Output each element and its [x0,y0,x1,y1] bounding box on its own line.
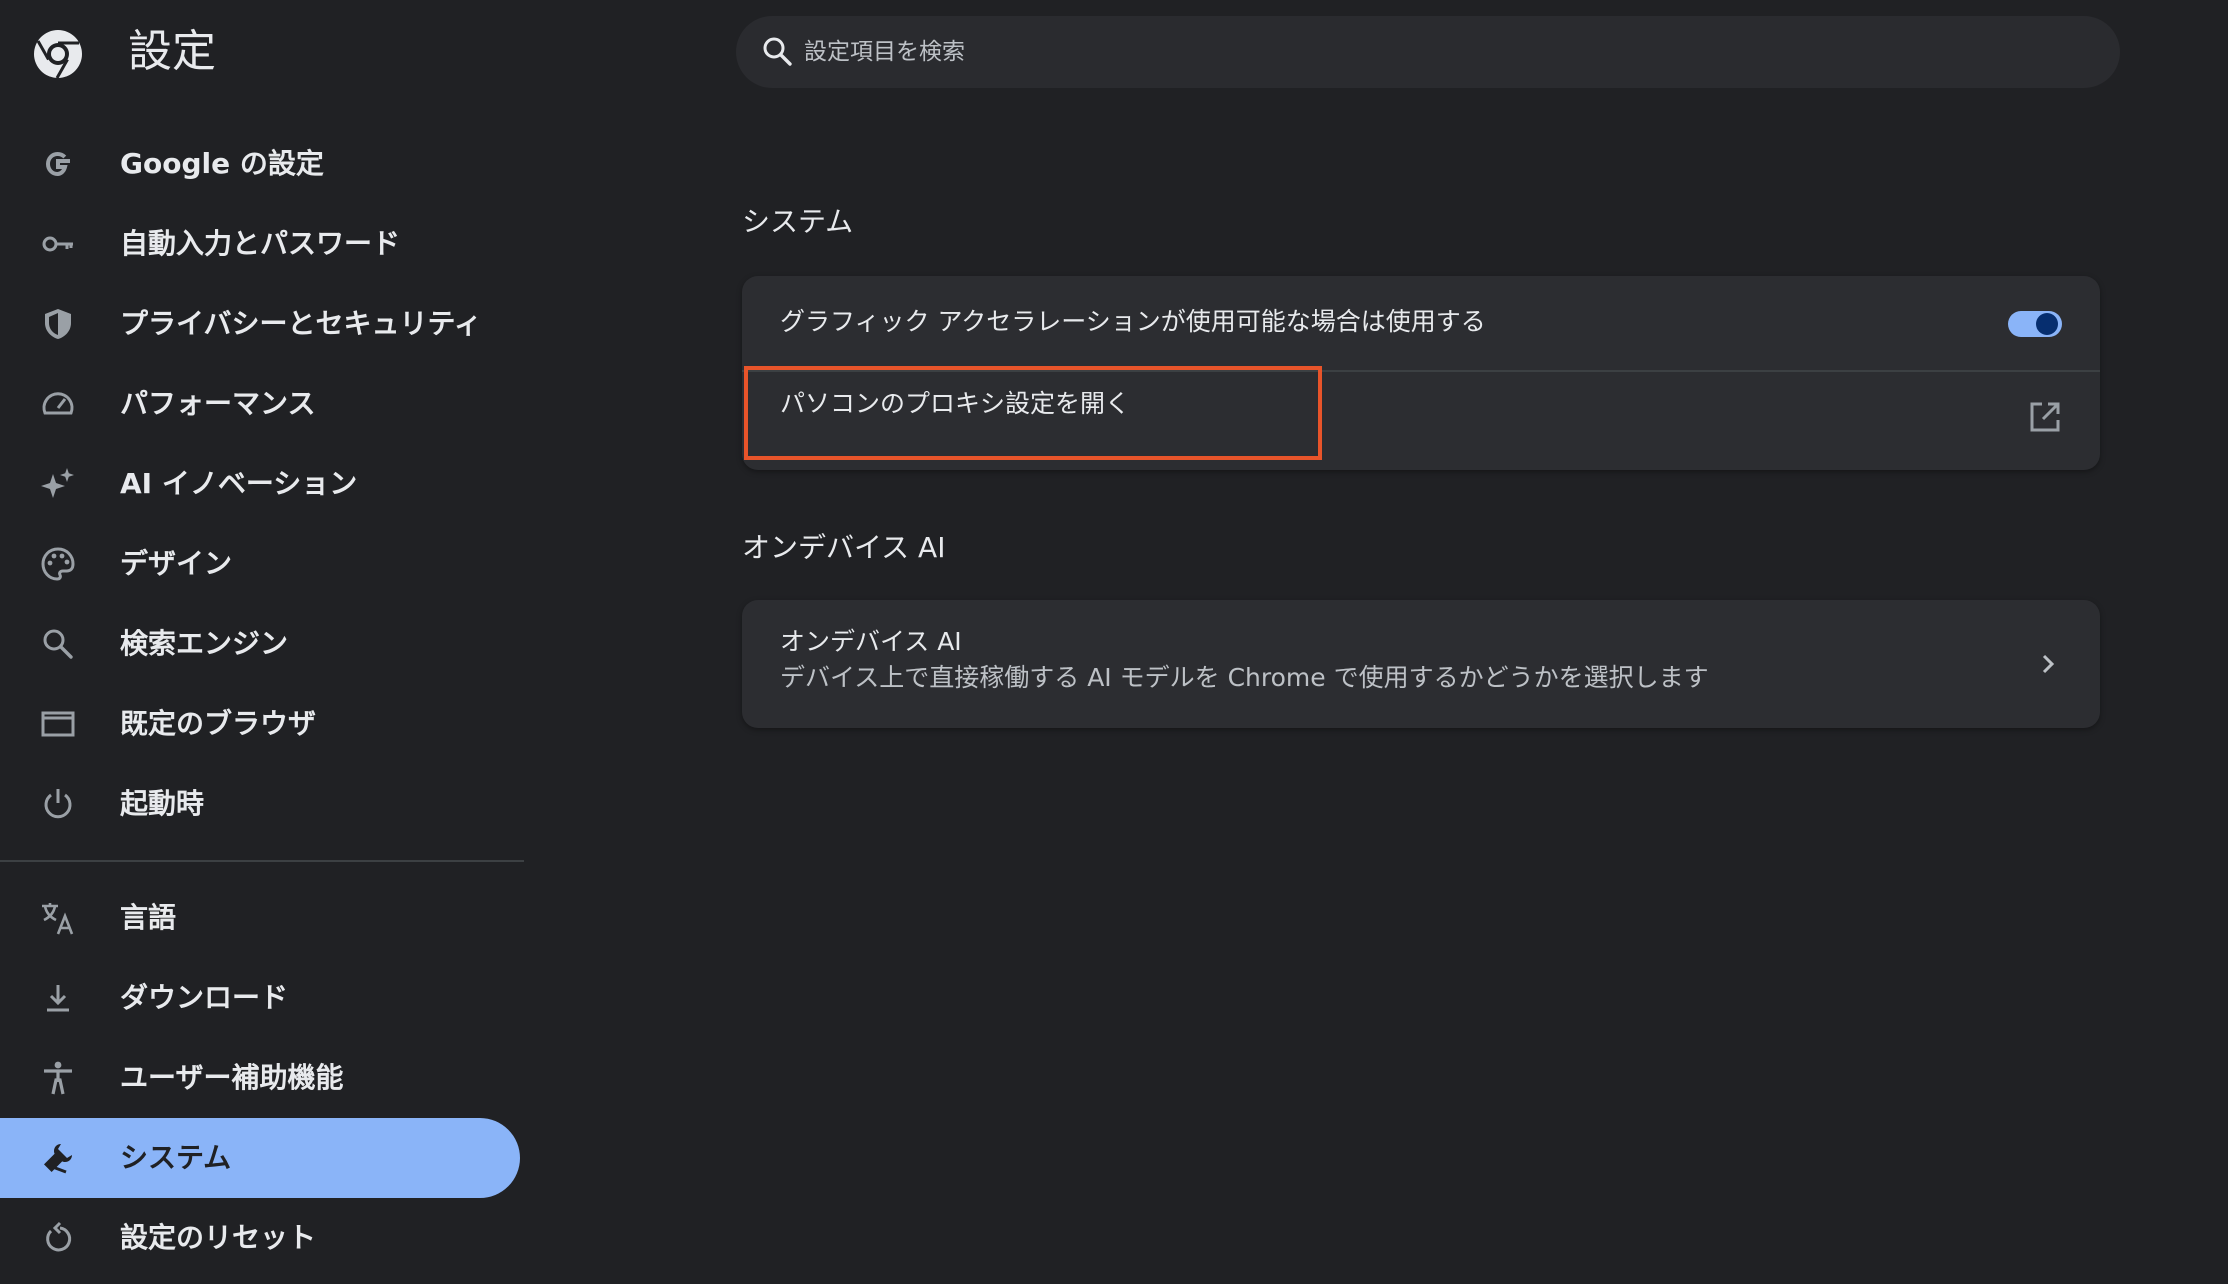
sidebar-item-label: ユーザー補助機能 [120,1061,344,1094]
open-in-new-icon[interactable] [2028,400,2062,434]
sidebar-item-label: 設定のリセット [120,1221,317,1254]
reset-icon [46,1221,72,1252]
sidebar-item-label: プライバシーとセキュリティ [120,307,482,340]
sidebar-item-reset[interactable]: 設定のリセット [0,1198,520,1278]
on-device-ai-description: デバイス上で直接稼働する AI モデルを Chrome で使用するかどうかを選択… [780,663,1709,692]
proxy-settings-label: パソコンのプロキシ設定を開く [780,389,1131,418]
chrome-logo-icon [34,30,82,79]
on-device-ai-card: オンデバイス AI デバイス上で直接稼働する AI モデルを Chrome で使… [742,600,2100,728]
wrench-icon [44,1144,72,1174]
sidebar-item-ai-innovation[interactable]: AI イノベーション [0,444,520,524]
on-device-ai-label: オンデバイス AI [780,627,962,656]
chevron-right-icon [2042,654,2055,674]
sidebar-item-label: 言語 [120,901,177,934]
sidebar-item-autofill[interactable]: 自動入力とパスワード [0,204,520,284]
proxy-settings-row[interactable]: パソコンのプロキシ設定を開く [742,372,2100,470]
sidebar-item-label: パフォーマンス [120,387,316,420]
speedometer-icon [42,392,74,415]
sidebar-divider [0,860,524,862]
search-icon [763,37,792,66]
translate-icon [42,903,74,935]
on-device-ai-row[interactable]: オンデバイス AI デバイス上で直接稼働する AI モデルを Chrome で使… [742,600,2100,728]
sidebar-item-label: 検索エンジン [120,627,289,660]
sidebar-item-accessibility[interactable]: ユーザー補助機能 [0,1038,520,1118]
power-icon [44,789,72,819]
sidebar-item-label: AI イノベーション [120,467,358,500]
app-header: 設定 [0,0,640,108]
search-input[interactable] [804,32,2064,72]
toggle-knob [2036,313,2058,335]
search-icon [43,629,73,659]
sidebar-item-label: 既定のブラウザ [120,707,317,740]
palette-icon [41,547,75,581]
download-icon [47,985,69,1012]
sidebar-item-system[interactable]: システム [0,1118,520,1198]
page-title: 設定 [128,26,216,77]
section-title-system: システム [742,205,854,238]
sidebar-item-on-startup[interactable]: 起動時 [0,764,520,844]
sidebar-item-default-browser[interactable]: 既定のブラウザ [0,684,520,764]
sidebar-item-label: デザイン [120,547,233,580]
sparkle-icon [41,468,74,498]
sidebar-item-languages[interactable]: 言語 [0,878,520,958]
accessibility-icon [44,1061,72,1095]
sidebar-item-privacy[interactable]: プライバシーとセキュリティ [0,284,520,364]
browser-window-icon [41,711,75,737]
graphics-acceleration-label: グラフィック アクセラレーションが使用可能な場合は使用する [780,307,1486,336]
key-icon [42,236,73,252]
sidebar-item-label: 自動入力とパスワード [120,227,401,260]
sidebar-item-label: ダウンロード [120,981,289,1014]
sidebar-item-label: 起動時 [120,787,205,820]
system-card: グラフィック アクセラレーションが使用可能な場合は使用する パソコンのプロキシ設… [742,276,2100,470]
section-title-on-device-ai: オンデバイス AI [742,531,946,564]
graphics-acceleration-toggle[interactable] [2008,308,2062,340]
sidebar: Google の設定 自動入力とパスワード プライバシーとセキュリティ パフォー… [0,120,524,1284]
google-g-icon [45,151,70,177]
sidebar-item-performance[interactable]: パフォーマンス [0,364,520,444]
sidebar-item-downloads[interactable]: ダウンロード [0,958,520,1038]
sidebar-item-search-engine[interactable]: 検索エンジン [0,604,520,684]
sidebar-item-label: Google の設定 [120,147,324,180]
graphics-acceleration-row[interactable]: グラフィック アクセラレーションが使用可能な場合は使用する [742,276,2100,370]
sidebar-item-design[interactable]: デザイン [0,524,520,604]
sidebar-item-label: システム [120,1141,232,1174]
sidebar-item-google[interactable]: Google の設定 [0,124,520,204]
shield-icon [45,309,71,339]
